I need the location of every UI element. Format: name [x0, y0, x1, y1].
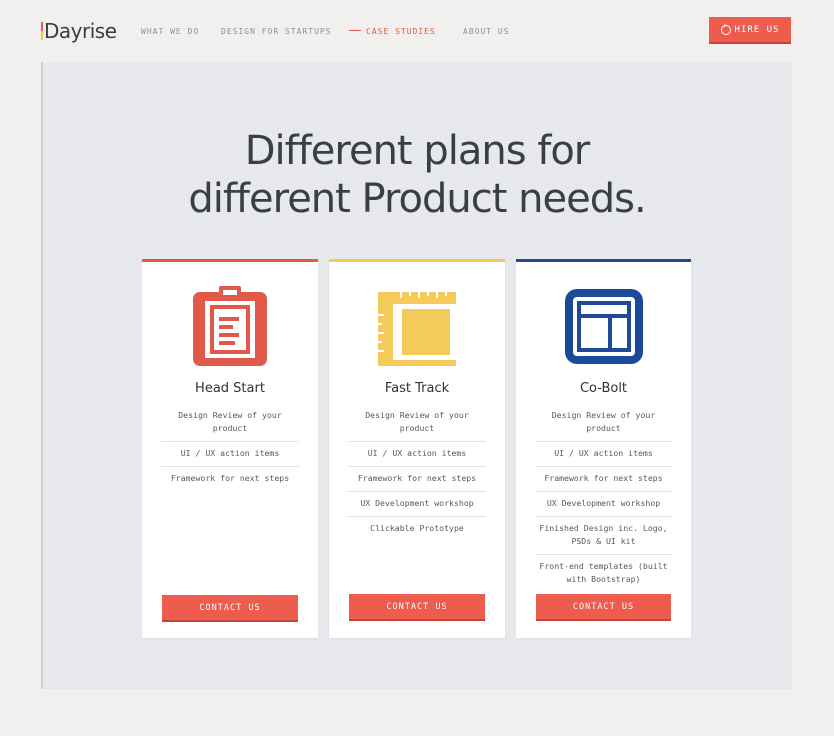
feature-list: Design Review of your product UI / UX ac… [535, 404, 672, 592]
list-item: Framework for next steps [535, 467, 672, 492]
list-item: Front-end templates (built with Bootstra… [539, 561, 668, 584]
feature-list: Design Review of your product UI / UX ac… [161, 404, 299, 491]
plan-title: Head Start [195, 381, 265, 396]
list-item: UI / UX action items [348, 442, 486, 467]
list-item: Framework for next steps [170, 473, 290, 483]
hero-headline-line2: different Product needs. [188, 176, 646, 222]
brand-logo[interactable]: Dayrise [41, 19, 117, 43]
nav-item-about-us[interactable]: ABOUT US [463, 27, 510, 36]
plan-card-co-bolt: Co-Bolt Design Review of your product UI… [516, 259, 691, 638]
contact-us-button[interactable]: CONTACT US [536, 594, 671, 621]
list-item: Design Review of your product [348, 404, 486, 442]
list-item: Finished Design inc. Logo, PSDs & UI kit [535, 517, 672, 555]
list-item: UX Development workshop [348, 492, 486, 517]
ruler-frame-icon [378, 286, 456, 371]
list-item: UI / UX action items [535, 442, 672, 467]
list-item: UI / UX action items [161, 442, 299, 467]
arrow-circle-icon [720, 22, 731, 35]
hire-us-button[interactable]: HIRE US [709, 17, 791, 44]
nav-item-what-we-do[interactable]: WHAT WE DO [141, 27, 199, 36]
list-item: Design Review of your product [535, 404, 672, 442]
list-item: Design Review of your product [161, 404, 299, 442]
layout-window-icon [564, 286, 643, 369]
hire-us-label: HIRE US [734, 24, 780, 35]
contact-us-button[interactable]: CONTACT US [349, 594, 485, 621]
nav-item-design-for-startups[interactable]: DESIGN FOR STARTUPS [221, 27, 332, 36]
hero-headline-line1: Different plans for [244, 128, 591, 174]
clipboard-icon [193, 286, 267, 371]
contact-us-button[interactable]: CONTACT US [162, 595, 298, 622]
nav-item-case-studies[interactable]: CASE STUDIES [349, 27, 436, 36]
logo-mark-icon [41, 22, 43, 40]
feature-list: Design Review of your product UI / UX ac… [348, 404, 486, 541]
list-item: Framework for next steps [348, 467, 486, 492]
list-item: UX Development workshop [535, 492, 672, 517]
plan-card-head-start: Head Start Design Review of your product… [142, 259, 318, 638]
plan-card-fast-track: Fast Track Design Review of your product… [329, 259, 505, 638]
list-item: Clickable Prototype [370, 523, 464, 533]
brand-name: Dayrise [44, 19, 117, 43]
plan-title: Co-Bolt [579, 381, 628, 396]
plan-title: Fast Track [384, 381, 450, 396]
